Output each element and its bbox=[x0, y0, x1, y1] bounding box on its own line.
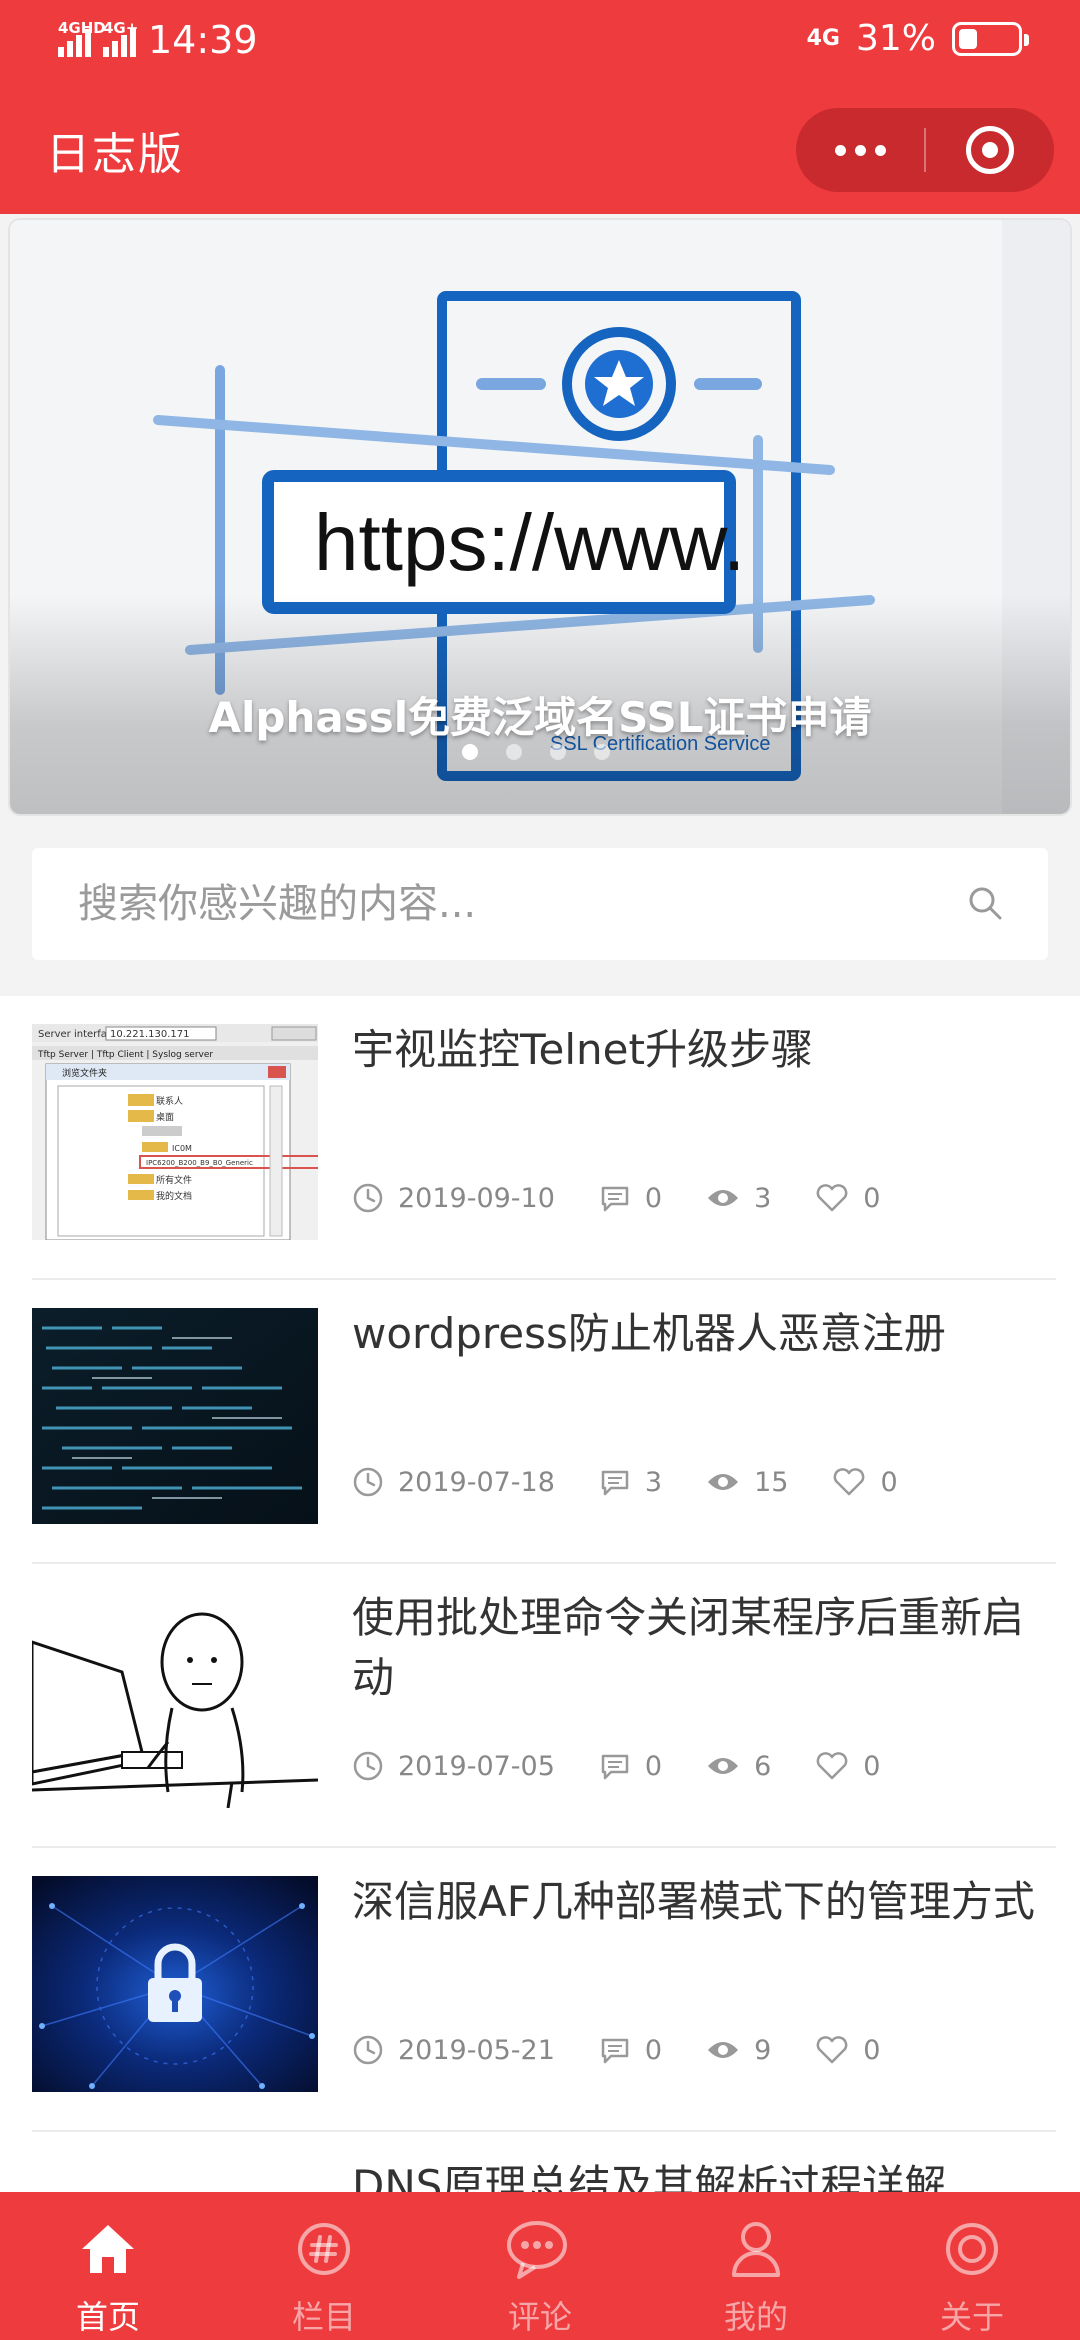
bottom-tab-bar: 首页 栏目 评论 我的 关于 bbox=[0, 2192, 1080, 2340]
header: 4GHD 4G+ 14:39 4G 31% 日志版 bbox=[0, 0, 1080, 214]
heart-icon bbox=[816, 1752, 848, 1780]
eye-icon bbox=[708, 1474, 739, 1490]
page-title: 日志版 bbox=[46, 129, 184, 180]
post-thumbnail-code bbox=[32, 1308, 318, 1524]
battery-percent: 31% bbox=[855, 18, 936, 59]
clock-icon bbox=[353, 1467, 383, 1497]
post-item[interactable]: wordpress防止机器人恶意注册 2019-07-18 3 15 0 bbox=[32, 1280, 1056, 1564]
carousel-dot[interactable] bbox=[594, 744, 610, 760]
comment-icon bbox=[601, 1754, 629, 1780]
banner-caption: Alphassl免费泛域名SSL证书申请 bbox=[208, 693, 872, 742]
carousel-dot[interactable] bbox=[506, 744, 522, 760]
mini-program-capsule bbox=[796, 108, 1054, 192]
network-indicator: 4G bbox=[806, 26, 840, 51]
carousel-dots bbox=[462, 744, 610, 760]
post-thumbnail-padlock bbox=[32, 1876, 318, 2092]
heart-icon bbox=[816, 2036, 848, 2064]
battery-icon bbox=[952, 21, 1029, 56]
post-comments: 0 bbox=[599, 2034, 662, 2066]
post-meta: 2019-07-05 0 6 0 bbox=[352, 1750, 924, 1782]
heart-icon bbox=[834, 1468, 865, 1496]
eye-icon bbox=[708, 1758, 739, 1774]
post-meta: 2019-09-10 0 3 0 bbox=[352, 1182, 924, 1214]
search-icon[interactable] bbox=[966, 884, 1006, 924]
tab-mine[interactable]: 我的 bbox=[648, 2192, 864, 2340]
post-date: 2019-05-21 bbox=[352, 2034, 555, 2066]
post-meta: 2019-07-18 3 15 0 bbox=[352, 1466, 942, 1498]
post-date: 2019-07-18 bbox=[352, 1466, 555, 1498]
post-date: 2019-07-05 bbox=[352, 1750, 555, 1782]
post-title[interactable]: DNS原理总结及其解析过程详解 bbox=[352, 2156, 1042, 2196]
post-item[interactable]: DNS原理总结及其解析过程详解 bbox=[32, 2132, 1056, 2196]
signal-icon: 4GHD bbox=[58, 19, 106, 57]
post-comments: 0 bbox=[599, 1182, 662, 1214]
post-title[interactable]: 深信服AF几种部署模式下的管理方式 bbox=[352, 1872, 1042, 1932]
svg-text:浏览文件夹: 浏览文件夹 bbox=[62, 1067, 107, 1079]
home-icon bbox=[82, 2225, 134, 2273]
svg-text:桌面: 桌面 bbox=[156, 1111, 174, 1123]
post-views: 6 bbox=[706, 1751, 771, 1782]
target-icon bbox=[966, 126, 1014, 174]
chat-bubbles-icon bbox=[507, 2221, 567, 2279]
post-views: 9 bbox=[706, 2035, 771, 2066]
post-views: 15 bbox=[706, 1467, 788, 1498]
clock-icon bbox=[353, 2035, 383, 2065]
clock: 14:39 bbox=[148, 18, 258, 62]
svg-text:https://www.: https://www. bbox=[314, 498, 745, 587]
post-item[interactable]: 深信服AF几种部署模式下的管理方式 2019-05-21 0 9 0 bbox=[32, 1848, 1056, 2132]
post-likes[interactable]: 0 bbox=[815, 1751, 880, 1782]
post-likes[interactable]: 0 bbox=[815, 1183, 880, 1214]
svg-text:所有文件: 所有文件 bbox=[156, 1174, 192, 1186]
search-box[interactable] bbox=[32, 848, 1048, 960]
post-item[interactable]: 使用批处理命令关闭某程序后重新启动 2019-07-05 0 6 0 bbox=[32, 1564, 1056, 1848]
post-title[interactable]: 宇视监控Telnet升级步骤 bbox=[352, 1020, 1042, 1080]
post-meta: 2019-05-21 0 9 0 bbox=[352, 2034, 924, 2066]
svg-text:我的文档: 我的文档 bbox=[156, 1190, 192, 1202]
tab-home[interactable]: 首页 bbox=[0, 2192, 216, 2340]
svg-text:10.221.130.171: 10.221.130.171 bbox=[110, 1029, 190, 1040]
post-item[interactable]: Server interface 10.221.130.171 Tftp Ser… bbox=[32, 996, 1056, 1280]
carousel-dot[interactable] bbox=[550, 744, 566, 760]
svg-text:IPC6200_B200_B9_B0_Generic: IPC6200_B200_B9_B0_Generic bbox=[146, 1159, 253, 1167]
svg-text:联系人: 联系人 bbox=[156, 1096, 183, 1107]
post-comments: 0 bbox=[599, 1750, 662, 1782]
post-title[interactable]: 使用批处理命令关闭某程序后重新启动 bbox=[352, 1588, 1042, 1708]
post-title[interactable]: wordpress防止机器人恶意注册 bbox=[352, 1304, 1042, 1364]
post-likes[interactable]: 0 bbox=[815, 2035, 880, 2066]
banner-carousel[interactable]: https://www. SSL Certification Service A… bbox=[8, 218, 1072, 816]
comment-icon bbox=[601, 1186, 629, 1212]
search-area bbox=[0, 818, 1080, 996]
hashtag-icon bbox=[298, 2223, 350, 2275]
carousel-dot[interactable] bbox=[462, 744, 478, 760]
post-list: Server interface 10.221.130.171 Tftp Ser… bbox=[0, 996, 1080, 2196]
post-likes[interactable]: 0 bbox=[832, 1467, 898, 1498]
post-views: 3 bbox=[706, 1183, 771, 1214]
svg-text:IC0M: IC0M bbox=[172, 1144, 192, 1153]
tab-comments[interactable]: 评论 bbox=[432, 2192, 648, 2340]
close-program-button[interactable] bbox=[926, 108, 1054, 192]
title-bar: 日志版 bbox=[0, 100, 1080, 200]
more-options-button[interactable] bbox=[796, 108, 924, 192]
user-icon bbox=[732, 2222, 780, 2277]
tab-about[interactable]: 关于 bbox=[864, 2192, 1080, 2340]
comment-icon bbox=[601, 1470, 629, 1496]
eye-icon bbox=[708, 2042, 739, 2058]
about-target-icon bbox=[946, 2223, 998, 2275]
search-input[interactable] bbox=[78, 878, 958, 930]
svg-text:Tftp Server | Tftp Client | Sy: Tftp Server | Tftp Client | Syslog serve… bbox=[37, 1050, 213, 1060]
clock-icon bbox=[353, 1183, 383, 1213]
status-bar: 4GHD 4G+ 14:39 4G 31% bbox=[0, 0, 1080, 84]
eye-icon bbox=[708, 1190, 739, 1206]
comment-icon bbox=[601, 2038, 629, 2064]
post-thumbnail-comic bbox=[32, 1592, 318, 1808]
tab-categories[interactable]: 栏目 bbox=[216, 2192, 432, 2340]
post-date: 2019-09-10 bbox=[352, 1182, 555, 1214]
post-comments: 3 bbox=[599, 1466, 662, 1498]
heart-icon bbox=[816, 1184, 848, 1212]
post-thumbnail-file-dialog: Server interface 10.221.130.171 Tftp Ser… bbox=[32, 1024, 318, 1240]
clock-icon bbox=[353, 1751, 383, 1781]
signal-icon-2: 4G+ bbox=[103, 19, 138, 57]
